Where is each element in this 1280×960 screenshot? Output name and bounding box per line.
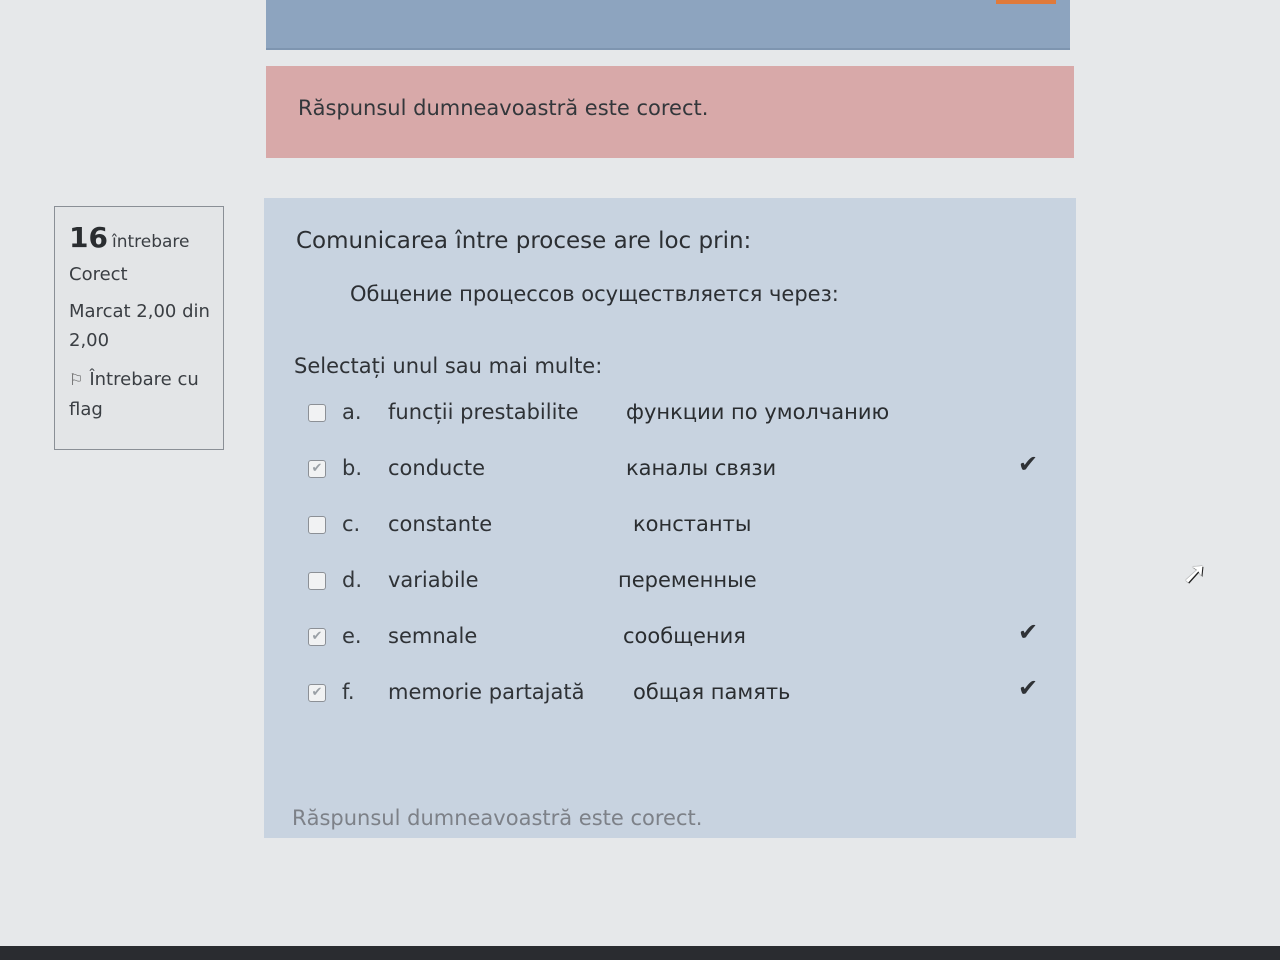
answer-option-b[interactable]: ✔ b. conducte каналы связи ✔ — [308, 450, 1048, 494]
option-checkbox[interactable] — [308, 572, 326, 590]
option-label: memorie partajată — [388, 680, 585, 704]
option-label-translation: каналы связи — [626, 456, 777, 480]
mouse-cursor-icon: ➚ — [1182, 556, 1208, 591]
feedback-text: Răspunsul dumneavoastră este corect. — [292, 806, 703, 830]
option-letter: e. — [342, 624, 362, 648]
check-icon: ✔ — [1018, 618, 1039, 646]
question-state: Corect — [69, 264, 128, 285]
option-label-translation: функции по умолчанию — [626, 400, 890, 424]
option-label: funcții prestabilite — [388, 400, 579, 424]
question-word: întrebare — [111, 232, 190, 252]
flag-question-label: Întrebare cu flag — [69, 369, 199, 420]
option-letter: b. — [342, 456, 363, 480]
option-checkbox[interactable]: ✔ — [308, 460, 326, 478]
option-label-translation: сообщения — [623, 624, 746, 648]
option-letter: a. — [342, 400, 362, 424]
option-letter: d. — [342, 568, 363, 592]
feedback-banner-text: Răspunsul dumneavoastră este corect. — [298, 96, 709, 120]
answer-option-a[interactable]: a. funcții prestabilite функции по умолч… — [308, 398, 1048, 438]
option-letter: c. — [342, 512, 361, 536]
previous-question-card — [266, 0, 1070, 50]
question-content: Comunicarea între procese are loc prin: … — [264, 198, 1076, 838]
option-checkbox[interactable]: ✔ — [308, 628, 326, 646]
question-number-line: 16 întrebare — [69, 221, 213, 254]
option-label-translation: переменные — [618, 568, 757, 592]
question-info-panel: 16 întrebare Corect Marcat 2,00 din 2,00 … — [54, 206, 224, 450]
option-label: variabile — [388, 568, 479, 592]
question-number: 16 — [69, 221, 108, 254]
option-letter: f. — [342, 680, 355, 704]
flag-question-link[interactable]: ⚐ Întrebare cu flag — [69, 365, 219, 425]
option-label: conducte — [388, 456, 486, 480]
feedback-banner: Răspunsul dumneavoastră este corect. — [266, 66, 1074, 158]
answer-option-f[interactable]: ✔ f. memorie partajată общая память ✔ — [308, 674, 1048, 718]
check-icon: ✔ — [1018, 450, 1039, 478]
option-checkbox[interactable]: ✔ — [308, 684, 326, 702]
answer-option-e[interactable]: ✔ e. semnale сообщения ✔ — [308, 618, 1048, 662]
question-text: Comunicarea între procese are loc prin: — [296, 228, 752, 254]
flag-icon: ⚐ — [69, 370, 84, 389]
option-label-translation: константы — [633, 512, 752, 536]
option-label-translation: общая память — [633, 680, 791, 704]
option-checkbox[interactable] — [308, 516, 326, 534]
option-label: constante — [388, 512, 493, 536]
taskbar — [0, 946, 1280, 960]
answer-prompt: Selectați unul sau mai multe: — [294, 354, 603, 378]
option-checkbox[interactable] — [308, 404, 326, 422]
screen: Răspunsul dumneavoastră este corect. 16 î… — [0, 0, 1280, 960]
question-text-translation: Общение процессов осуществляется через: — [350, 282, 839, 306]
option-label: semnale — [388, 624, 478, 648]
question-grade: Marcat 2,00 din 2,00 — [69, 301, 210, 351]
answer-option-c[interactable]: c. constante константы — [308, 510, 1048, 550]
top-accent-bar — [996, 0, 1056, 4]
answer-option-d[interactable]: d. variabile переменные — [308, 566, 1048, 606]
check-icon: ✔ — [1018, 674, 1039, 702]
